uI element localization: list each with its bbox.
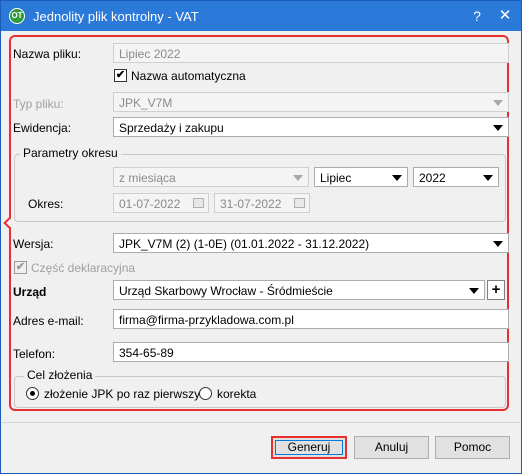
czesc-checkbox[interactable]: ✔	[14, 261, 27, 274]
cel-zlozenia-caption: Cel złożenia	[24, 368, 96, 382]
urzad-label: Urząd	[13, 285, 47, 299]
okres-typ-value: z miesiąca	[119, 171, 176, 185]
okres-od-value: 01-07-2022	[119, 197, 181, 211]
dialog-window: OT Jednolity plik kontrolny - VAT ? ✕ Na…	[0, 0, 522, 474]
email-label: Adres e-mail:	[13, 314, 84, 328]
cel-option1-radio[interactable]	[26, 387, 39, 400]
generuj-button[interactable]: Generuj	[271, 436, 347, 459]
ewidencja-label: Ewidencja:	[13, 121, 72, 135]
app-icon: OT	[9, 8, 25, 24]
telefon-label: Telefon:	[13, 347, 56, 361]
okres-do-input[interactable]: 31-07-2022	[214, 193, 310, 213]
rok-select[interactable]: 2022	[413, 167, 499, 187]
typ-pliku-label: Typ pliku:	[13, 97, 64, 111]
button-separator	[2, 422, 520, 423]
chevron-down-icon	[392, 175, 402, 181]
email-input[interactable]: firma@firma-przykladowa.com.pl	[113, 309, 509, 329]
calendar-icon[interactable]	[193, 198, 204, 208]
nazwa-pliku-input[interactable]: Lipiec 2022	[113, 43, 509, 63]
parametry-okresu-caption: Parametry okresu	[20, 146, 121, 160]
okres-do-value: 31-07-2022	[220, 197, 282, 211]
miesiac-select[interactable]: Lipiec	[314, 167, 408, 187]
urzad-value: Urząd Skarbowy Wrocław - Śródmieście	[119, 284, 333, 298]
typ-pliku-select[interactable]: JPK_V7M	[113, 92, 509, 112]
ewidencja-value: Sprzedaży i zakupu	[119, 121, 224, 135]
calendar-icon[interactable]	[294, 198, 305, 208]
chevron-down-icon	[493, 125, 503, 131]
okres-od-input[interactable]: 01-07-2022	[113, 193, 209, 213]
urzad-select[interactable]: Urząd Skarbowy Wrocław - Śródmieście	[113, 280, 485, 300]
miesiac-value: Lipiec	[320, 171, 352, 185]
chevron-down-icon	[493, 241, 503, 247]
focus-ring	[275, 440, 343, 455]
anuluj-button[interactable]: Anuluj	[354, 436, 429, 459]
okres-typ-select[interactable]: z miesiąca	[113, 167, 309, 187]
title-bar: OT Jednolity plik kontrolny - VAT ? ✕	[1, 1, 521, 31]
telefon-input[interactable]: 354-65-89	[113, 342, 509, 362]
nazwa-pliku-label: Nazwa pliku:	[13, 47, 82, 61]
cel-option1-label: złożenie JPK po raz pierwszy	[44, 387, 201, 401]
radio-selected-dot	[30, 391, 35, 396]
close-icon[interactable]: ✕	[495, 6, 515, 26]
chevron-down-icon	[469, 288, 479, 294]
cel-option2-radio[interactable]	[199, 387, 212, 400]
typ-pliku-value: JPK_V7M	[119, 96, 173, 110]
chevron-down-icon	[293, 175, 303, 181]
nazwa-auto-label: Nazwa automatyczna	[131, 69, 246, 83]
chevron-down-icon	[493, 100, 503, 106]
okres-label: Okres:	[28, 197, 64, 211]
wersja-label: Wersja:	[13, 237, 54, 251]
ewidencja-select[interactable]: Sprzedaży i zakupu	[113, 117, 509, 137]
cel-option2-label: korekta	[217, 387, 257, 401]
add-urzad-button[interactable]: +	[487, 280, 505, 300]
chevron-down-icon	[483, 175, 493, 181]
nazwa-auto-checkbox[interactable]: ✔	[114, 69, 127, 82]
window-title: Jednolity plik kontrolny - VAT	[33, 9, 199, 24]
pomoc-button[interactable]: Pomoc	[435, 436, 510, 459]
help-icon[interactable]: ?	[467, 6, 487, 26]
wersja-value: JPK_V7M (2) (1-0E) (01.01.2022 - 31.12.2…	[119, 237, 370, 251]
rok-value: 2022	[419, 171, 446, 185]
czesc-label: Część deklaracyjna	[31, 261, 136, 275]
wersja-select[interactable]: JPK_V7M (2) (1-0E) (01.01.2022 - 31.12.2…	[113, 233, 509, 253]
